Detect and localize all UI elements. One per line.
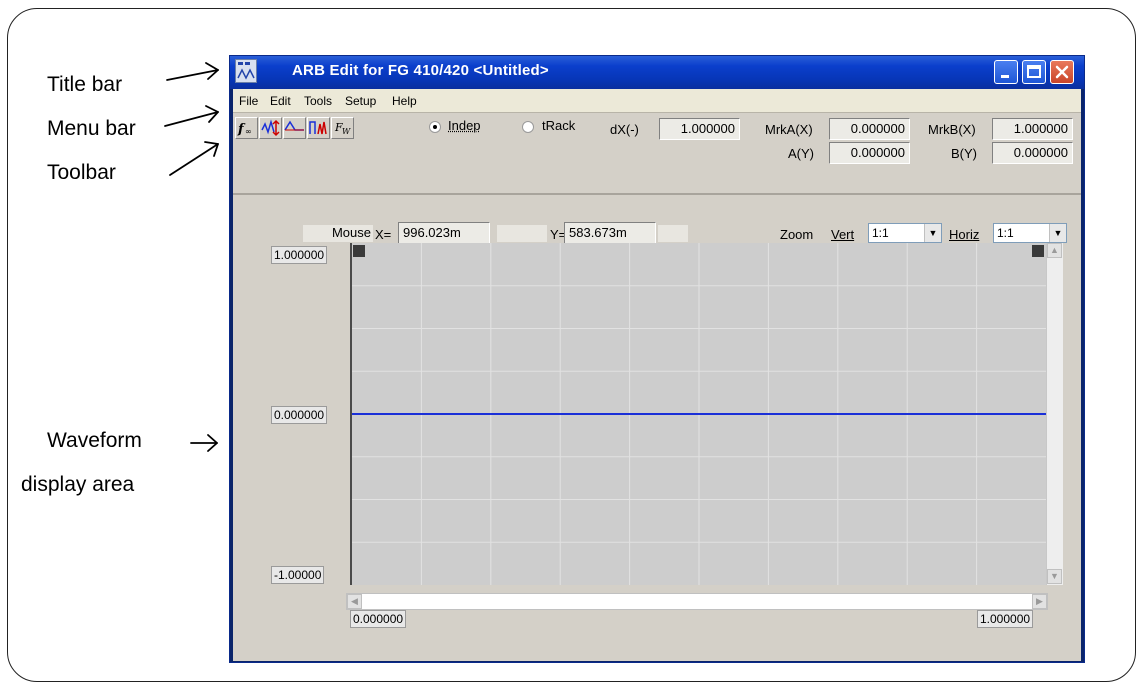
menu-tools[interactable]: Tools	[304, 94, 332, 108]
mouse-label: Mouse	[303, 225, 373, 242]
arrow-title-bar	[166, 69, 219, 81]
app-waveform-icon[interactable]	[235, 59, 257, 83]
function-fx-icon: f ∞	[237, 122, 252, 137]
x-axis-right-label: 1.000000	[977, 610, 1034, 628]
mrkb-label: MrkB(X)	[928, 122, 976, 137]
b-label: B(Y)	[951, 146, 977, 161]
scroll-down-icon[interactable]: ▼	[1047, 569, 1062, 584]
chevron-down-icon[interactable]: ▼	[924, 224, 941, 242]
horizontal-scrollbar[interactable]: ◀ ▶	[346, 593, 1048, 610]
track-label[interactable]: tRack	[542, 118, 575, 133]
app-window: ARB Edit for FG 410/420 <Untitled> File …	[229, 55, 1085, 663]
triangle-wave-icon	[284, 120, 304, 131]
title-bar[interactable]: ARB Edit for FG 410/420 <Untitled>	[230, 56, 1084, 89]
formula-button[interactable]: FW	[331, 117, 354, 139]
waveform-display: Mouse X= 996.023m Y= 583.673m Zoom Vert …	[233, 195, 1081, 661]
mrkb-field[interactable]: 1.000000	[992, 118, 1073, 140]
mrka-field[interactable]: 0.000000	[829, 118, 910, 140]
menu-help[interactable]: Help	[392, 94, 417, 108]
formula-icon: FW	[334, 121, 351, 136]
waveform-plot-svg	[352, 243, 1046, 585]
function-fx-button[interactable]: f ∞	[235, 117, 258, 139]
y-axis-bottom-label: -1.00000	[271, 566, 325, 584]
mouse-x-label: X=	[375, 227, 392, 242]
window-title: ARB Edit for FG 410/420 <Untitled>	[292, 62, 549, 79]
vert-zoom-select[interactable]: 1:1 ▼	[868, 223, 942, 243]
zoom-label: Zoom	[780, 227, 814, 242]
arrow-toolbar	[169, 143, 219, 176]
dx-field[interactable]: 1.000000	[659, 118, 740, 140]
scroll-right-icon[interactable]: ▶	[1032, 594, 1047, 609]
mouse-y-field: 583.673m	[564, 222, 656, 244]
pulse-wave-button[interactable]	[307, 117, 330, 139]
arrow-menu-bar	[164, 111, 219, 127]
scroll-left-icon[interactable]: ◀	[347, 594, 362, 609]
mrka-label: MrkA(X)	[765, 122, 813, 137]
svg-text:W: W	[342, 127, 351, 136]
mouse-spacer-1	[497, 225, 547, 242]
y-axis-top-label: 1.000000	[271, 246, 328, 264]
x-axis-left-label: 0.000000	[350, 610, 407, 628]
window-client: File Edit Tools Setup Help f ∞ FW Indep …	[233, 89, 1081, 661]
horiz-zoom-select[interactable]: 1:1 ▼	[993, 223, 1067, 243]
a-label: A(Y)	[788, 146, 814, 161]
minimize-icon	[1001, 75, 1009, 78]
close-icon	[1055, 65, 1069, 79]
horiz-zoom-value: 1:1	[997, 226, 1014, 240]
close-button[interactable]	[1050, 60, 1074, 84]
waveform-edit-icon	[261, 119, 280, 137]
waveform-edit-button[interactable]	[259, 117, 282, 139]
maximize-icon	[1027, 65, 1041, 78]
minimize-button[interactable]	[994, 60, 1018, 84]
indep-radio[interactable]	[429, 121, 441, 133]
b-field[interactable]: 0.000000	[992, 142, 1073, 164]
pulse-wave-icon	[309, 121, 327, 135]
menu-bar: File Edit Tools Setup Help	[233, 89, 1081, 113]
dx-label: dX(-)	[610, 122, 639, 137]
maximize-button[interactable]	[1022, 60, 1046, 84]
chevron-down-icon[interactable]: ▼	[1049, 224, 1066, 242]
y-axis-mid-label: 0.000000	[271, 406, 328, 424]
vert-zoom-value: 1:1	[872, 226, 889, 240]
mouse-x-field: 996.023m	[398, 222, 490, 244]
toolbar: f ∞ FW Indep tRack dX(-) 1.000000 MrkA(X)…	[233, 113, 1081, 195]
track-radio[interactable]	[522, 121, 534, 133]
app-icon-graphic	[237, 62, 255, 80]
horiz-label: Horiz	[949, 227, 980, 242]
vert-label: Vert	[831, 227, 855, 242]
svg-text:∞: ∞	[245, 127, 252, 136]
menu-edit[interactable]: Edit	[270, 94, 291, 108]
a-field[interactable]: 0.000000	[829, 142, 910, 164]
marker-b-handle[interactable]	[1032, 245, 1044, 257]
mouse-spacer-2	[658, 225, 688, 242]
waveform-plot[interactable]	[350, 243, 1046, 585]
indep-label[interactable]: Indep	[448, 118, 481, 133]
menu-setup[interactable]: Setup	[345, 94, 376, 108]
scroll-up-icon[interactable]: ▲	[1047, 243, 1062, 258]
marker-a-handle[interactable]	[353, 245, 365, 257]
triangle-wave-button[interactable]	[283, 117, 306, 139]
menu-file[interactable]: File	[239, 94, 258, 108]
vertical-scrollbar[interactable]: ▲ ▼	[1046, 243, 1063, 585]
